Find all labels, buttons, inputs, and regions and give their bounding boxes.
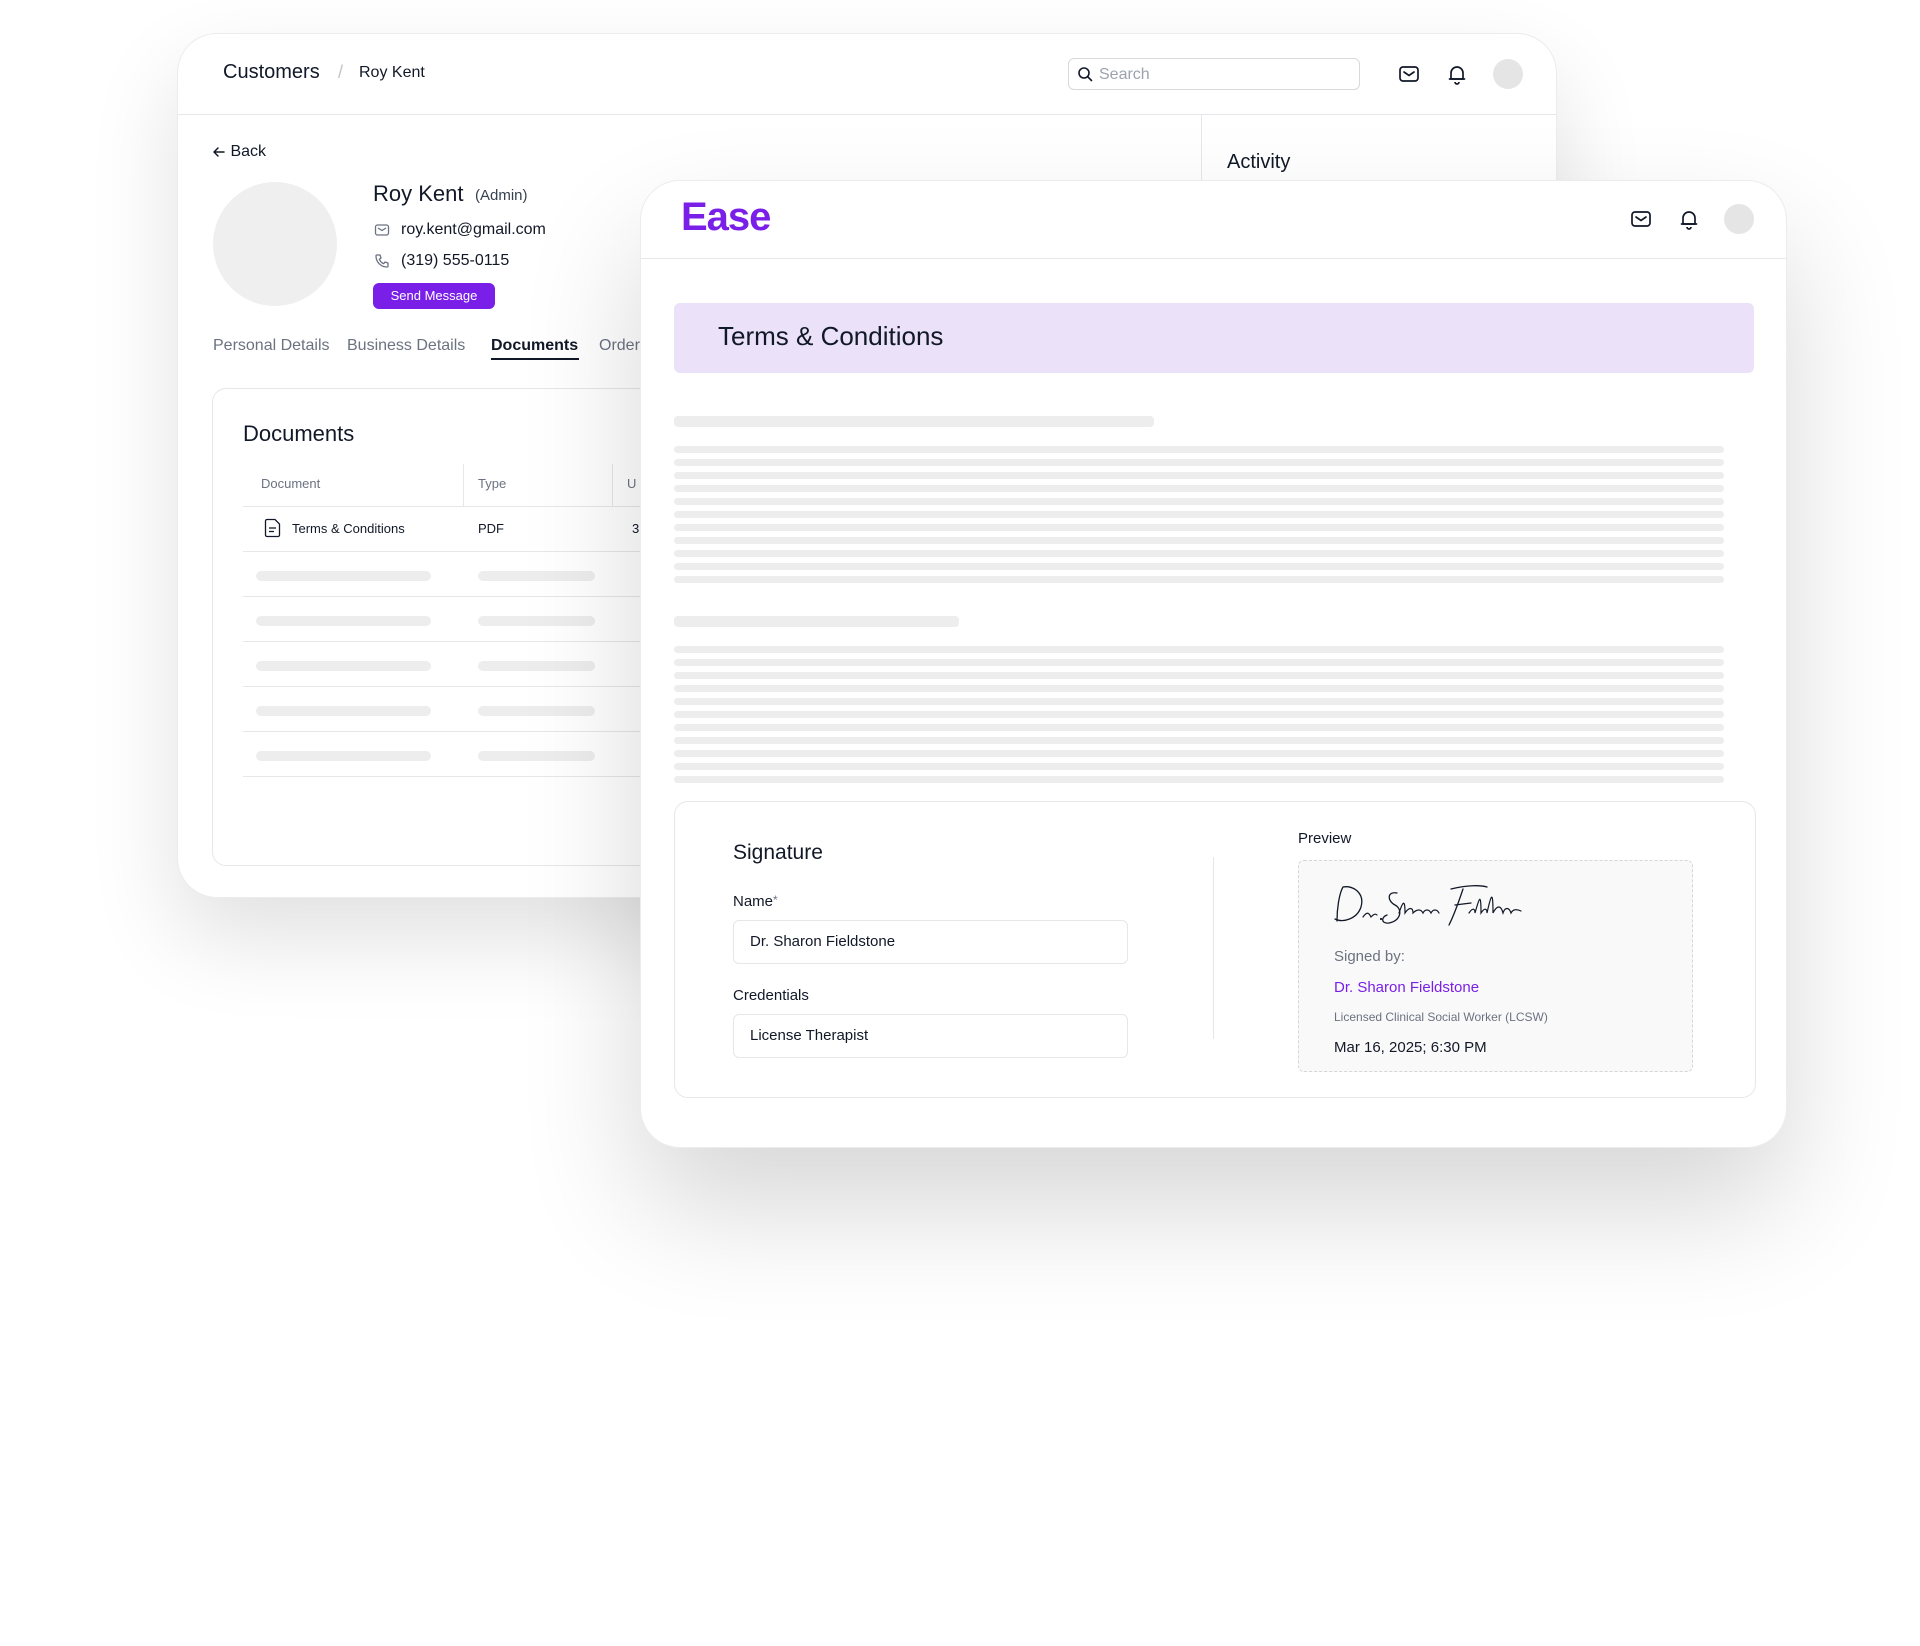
document-name[interactable]: Terms & Conditions — [292, 521, 405, 536]
signed-timestamp: Mar 16, 2025; 6:30 PM — [1334, 1039, 1487, 1056]
credentials-field[interactable]: License Therapist — [733, 1014, 1128, 1058]
skeleton-placeholder — [478, 706, 595, 716]
skeleton-placeholder — [256, 571, 431, 581]
tab-documents[interactable]: Documents — [491, 337, 578, 355]
name-label: Name* — [733, 893, 778, 910]
skeleton-text-line — [674, 763, 1724, 770]
skeleton-text-line — [674, 498, 1724, 505]
skeleton-placeholder — [256, 616, 431, 626]
skeleton-text-line — [674, 750, 1724, 757]
skeleton-text-line — [674, 776, 1724, 783]
skeleton-heading — [674, 616, 959, 627]
column-header-extra[interactable]: U — [627, 476, 636, 491]
search-placeholder: Search — [1099, 66, 1150, 83]
mail-icon[interactable] — [1629, 207, 1653, 231]
signature-preview: Signed by: Dr. Sharon Fieldstone License… — [1298, 860, 1693, 1072]
required-mark: * — [773, 893, 778, 907]
send-message-button[interactable]: Send Message — [373, 283, 495, 309]
preview-label: Preview — [1298, 830, 1352, 847]
user-avatar[interactable] — [1724, 204, 1754, 234]
file-icon — [264, 518, 281, 538]
signature-title: Signature — [733, 841, 823, 864]
activity-title: Activity — [1227, 151, 1291, 173]
skeleton-placeholder — [256, 751, 431, 761]
profile-phone[interactable]: (319) 555-0115 — [401, 252, 509, 270]
documents-title: Documents — [243, 421, 355, 446]
signature-divider — [1213, 857, 1214, 1039]
skeleton-placeholder — [478, 751, 595, 761]
signed-by-label: Signed by: — [1334, 948, 1405, 965]
column-header-document[interactable]: Document — [261, 476, 320, 491]
skeleton-text-line — [674, 524, 1724, 531]
skeleton-text-line — [674, 672, 1724, 679]
profile-avatar — [213, 182, 337, 306]
skeleton-text-line — [674, 472, 1724, 479]
skeleton-placeholder — [478, 661, 595, 671]
skeleton-text-line — [674, 563, 1724, 570]
skeleton-placeholder — [256, 706, 431, 716]
document-extra: 3 — [632, 521, 640, 536]
bell-icon[interactable] — [1677, 207, 1701, 231]
name-field[interactable]: Dr. Sharon Fieldstone — [733, 920, 1128, 964]
skeleton-placeholder — [478, 571, 595, 581]
document-title: Terms & Conditions — [718, 321, 944, 351]
breadcrumb-customers[interactable]: Customers — [223, 61, 320, 84]
skeleton-text-line — [674, 685, 1724, 692]
user-avatar[interactable] — [1493, 59, 1523, 89]
email-icon — [374, 224, 390, 236]
tab-business-details[interactable]: Business Details — [347, 337, 465, 355]
skeleton-text-line — [674, 737, 1724, 744]
tab-personal-details[interactable]: Personal Details — [213, 337, 330, 355]
skeleton-text-line — [674, 646, 1724, 653]
breadcrumb-current: Roy Kent — [359, 64, 425, 81]
bell-icon[interactable] — [1445, 62, 1469, 86]
skeleton-text-line — [674, 659, 1724, 666]
skeleton-text-line — [674, 511, 1724, 518]
top-bar: Customers / Roy Kent Search — [178, 34, 1556, 115]
skeleton-text-line — [674, 724, 1724, 731]
document-type: PDF — [478, 521, 504, 536]
profile-role: (Admin) — [475, 187, 528, 204]
document-viewer-window: Ease Terms & Conditions Signature Name* … — [640, 180, 1787, 1148]
handwritten-signature — [1334, 885, 1522, 926]
skeleton-placeholder — [256, 661, 431, 671]
active-tab-indicator — [491, 358, 579, 360]
arrow-left-icon — [213, 147, 225, 157]
skeleton-text-line — [674, 550, 1724, 557]
skeleton-placeholder — [478, 616, 595, 626]
skeleton-text-line — [674, 711, 1724, 718]
column-divider — [463, 464, 464, 506]
document-title-banner: Terms & Conditions — [674, 303, 1754, 373]
skeleton-text-line — [674, 485, 1724, 492]
phone-icon — [375, 254, 389, 268]
skeleton-text-line — [674, 537, 1724, 544]
skeleton-text-line — [674, 576, 1724, 583]
search-input[interactable]: Search — [1068, 58, 1360, 90]
tab-orders[interactable]: Order — [599, 337, 640, 355]
column-header-type[interactable]: Type — [478, 476, 506, 491]
profile-email[interactable]: roy.kent@gmail.com — [401, 221, 546, 239]
search-icon — [1078, 67, 1093, 82]
signer-name: Dr. Sharon Fieldstone — [1334, 979, 1480, 996]
skeleton-heading — [674, 416, 1154, 427]
breadcrumb-separator: / — [338, 62, 344, 82]
credentials-label: Credentials — [733, 987, 809, 1004]
skeleton-text-line — [674, 698, 1724, 705]
name-label-text: Name — [733, 893, 774, 910]
back-label: Back — [230, 143, 267, 160]
skeleton-text-line — [674, 459, 1724, 466]
profile-name: Roy Kent — [373, 181, 464, 206]
skeleton-text-line — [674, 446, 1724, 453]
mail-icon[interactable] — [1397, 62, 1421, 86]
back-link[interactable]: Back — [212, 143, 266, 161]
column-divider — [612, 464, 613, 506]
viewer-top-bar: Ease — [641, 181, 1786, 259]
signer-credential: Licensed Clinical Social Worker (LCSW) — [1334, 1010, 1548, 1024]
ease-logo: Ease — [681, 195, 771, 239]
